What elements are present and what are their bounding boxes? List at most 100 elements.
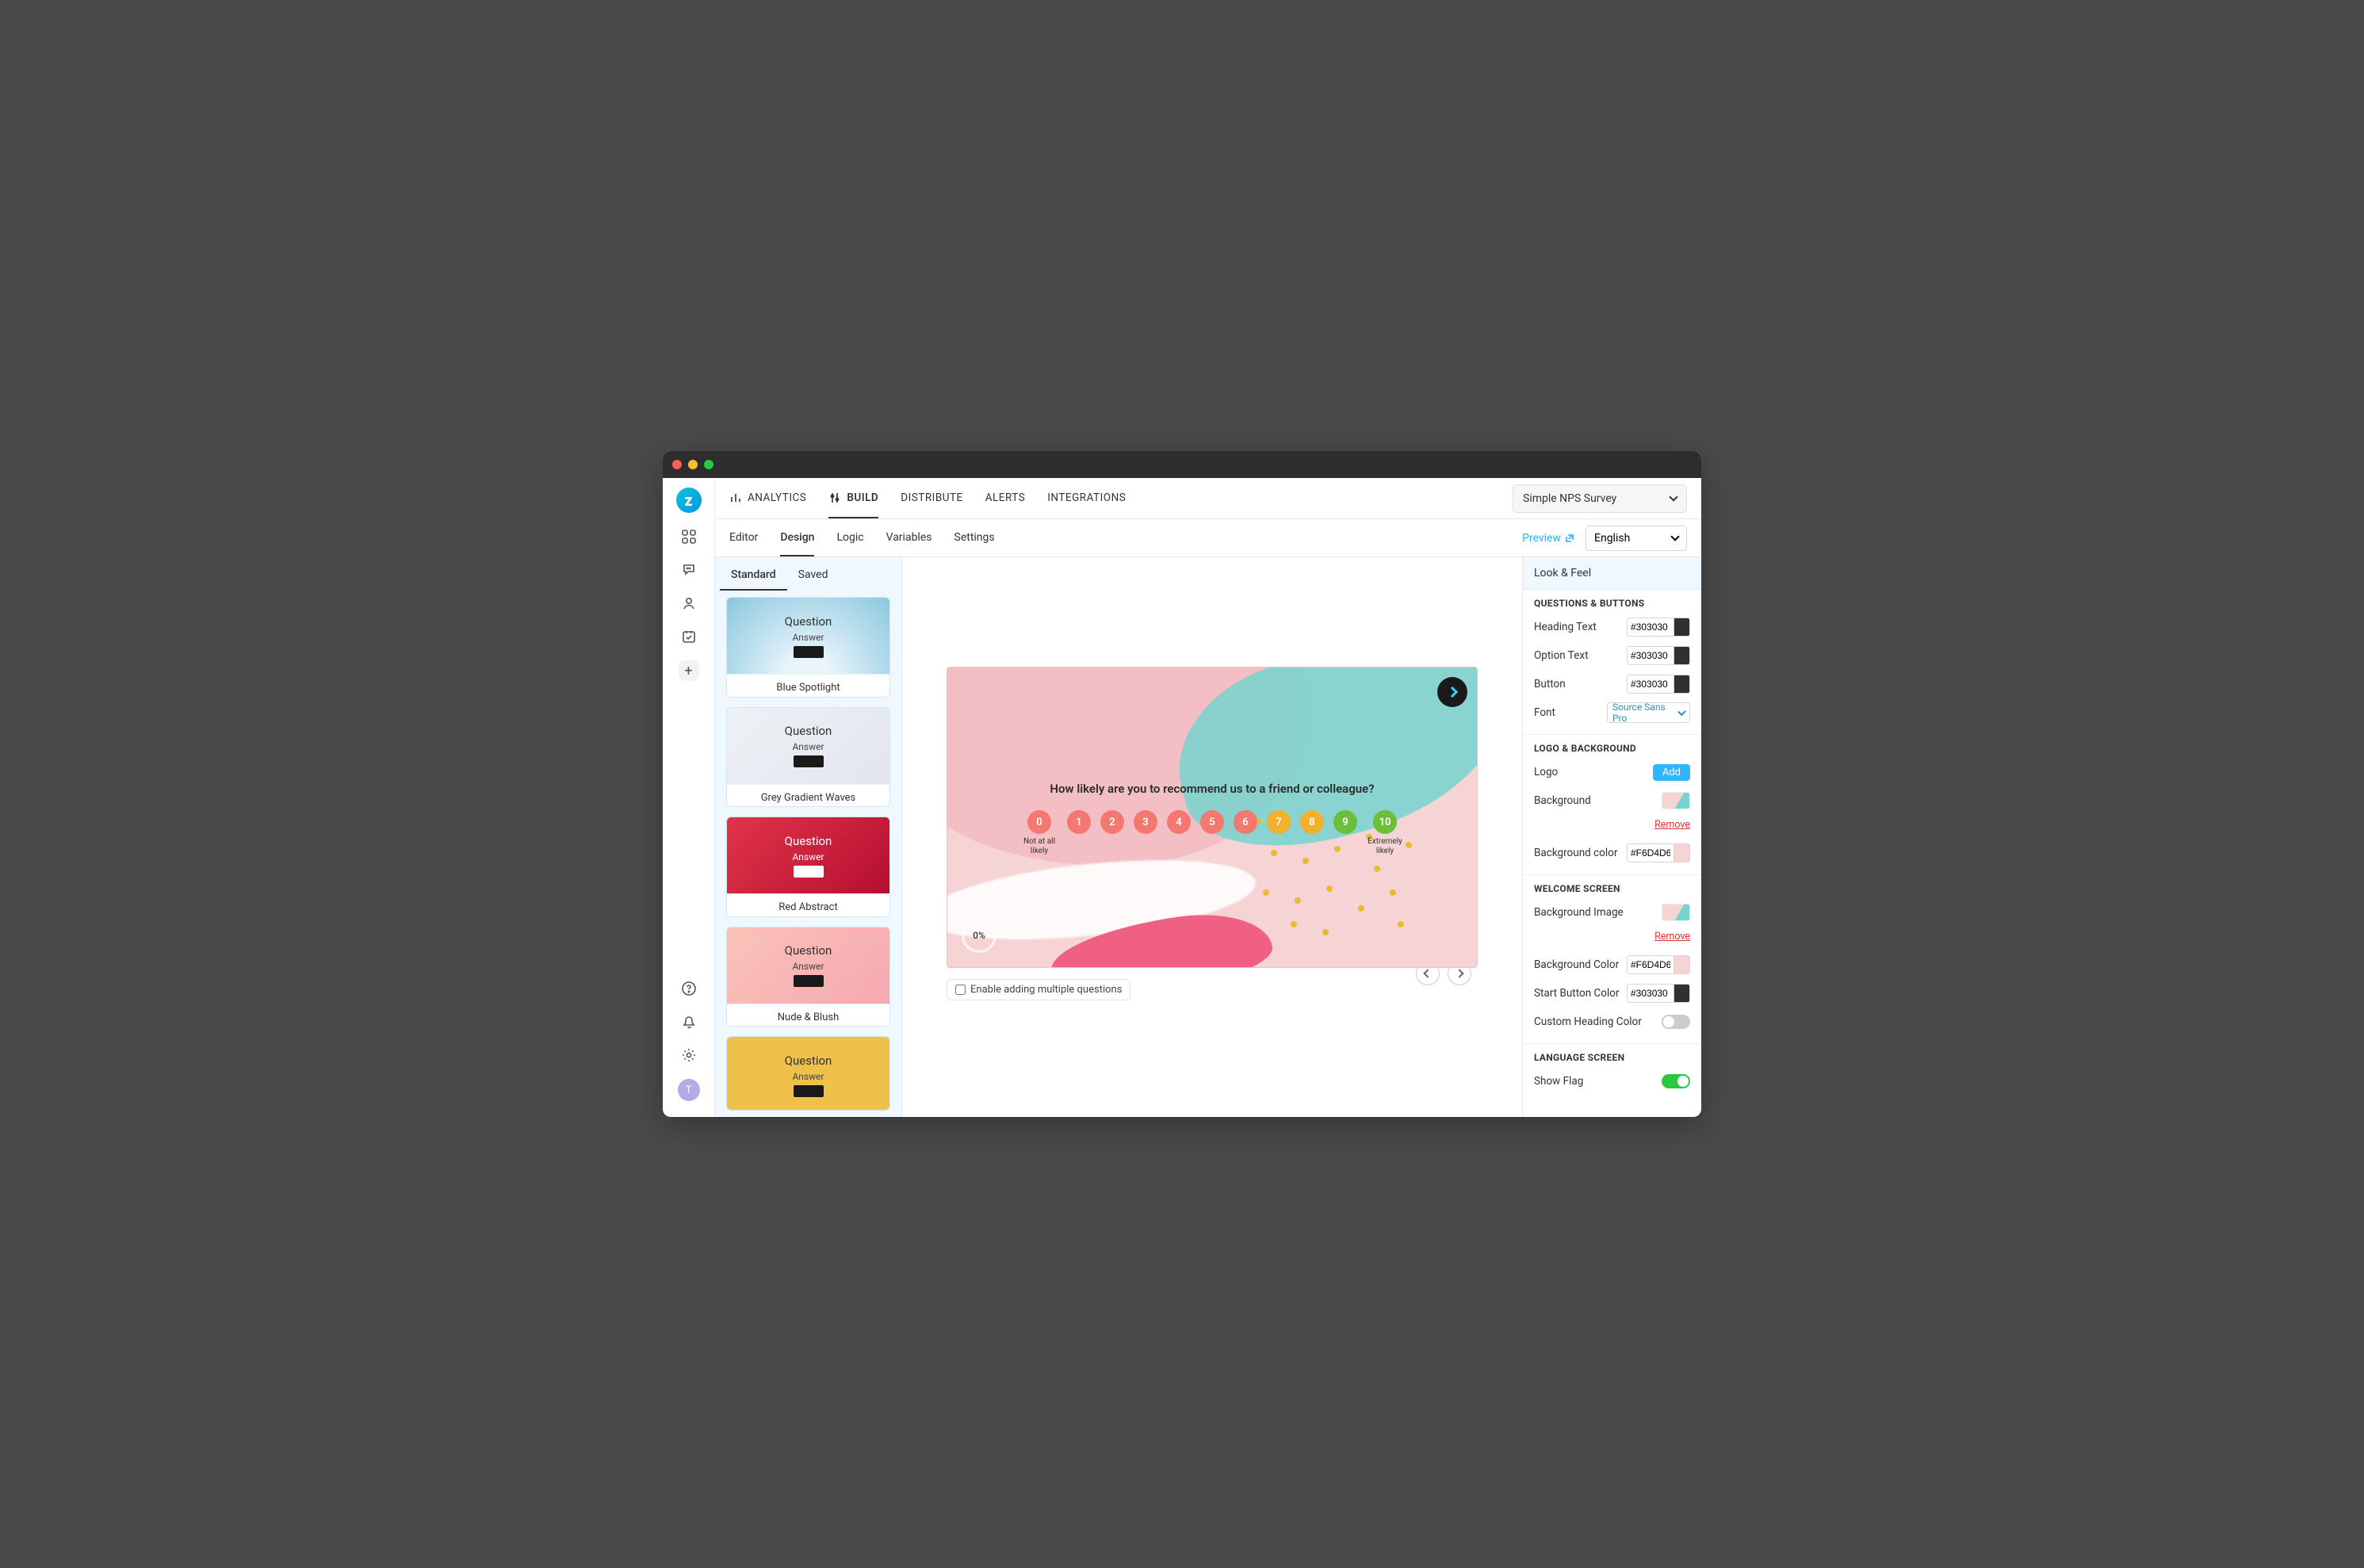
settings-icon[interactable]: [679, 1046, 698, 1065]
color-hex-input[interactable]: [1628, 847, 1674, 859]
nps-option-8[interactable]: 8: [1300, 810, 1324, 834]
section-questions-buttons: QUESTIONS & BUTTONS Heading Text Option …: [1523, 590, 1701, 735]
field-label: Option Text: [1534, 649, 1588, 662]
subnav-editor[interactable]: Editor: [729, 519, 758, 556]
remove-bg-link[interactable]: Remove: [1654, 819, 1690, 831]
brand-logo-icon[interactable]: z: [676, 488, 702, 513]
subnav-variables[interactable]: Variables: [886, 519, 932, 556]
tab-saved[interactable]: Saved: [787, 557, 840, 591]
font-selector[interactable]: Source Sans Pro: [1607, 702, 1690, 723]
color-hex-input[interactable]: [1628, 959, 1674, 970]
chevron-down-icon: [1677, 707, 1686, 716]
add-button[interactable]: +: [679, 660, 699, 681]
language-selector[interactable]: English: [1586, 526, 1687, 551]
workspace: Standard Saved Question Answer Blue Spot…: [715, 557, 1701, 1117]
color-swatch[interactable]: [1674, 647, 1689, 664]
content-area: ANALYTICS BUILD DISTRIBUTE ALERTS INTEGR…: [715, 478, 1701, 1117]
section-welcome-screen: WELCOME SCREEN Background Image Remove B…: [1523, 875, 1701, 1044]
enable-multiple-checkbox[interactable]: Enable adding multiple questions: [947, 979, 1130, 1000]
subnav-settings[interactable]: Settings: [954, 519, 995, 556]
nps-option-6[interactable]: 6: [1234, 810, 1257, 834]
language-value: English: [1594, 532, 1630, 545]
heading-color-input[interactable]: [1627, 618, 1690, 637]
nps-option-2[interactable]: 2: [1100, 810, 1124, 834]
template-card[interactable]: Question Answer Blue Spotlight: [726, 597, 890, 698]
field-label: Logo: [1534, 766, 1558, 778]
template-card[interactable]: Question Answer Red Abstract: [726, 817, 890, 917]
field-label: Background color: [1534, 847, 1617, 859]
add-logo-button[interactable]: Add: [1653, 764, 1690, 781]
conversations-icon[interactable]: [679, 560, 698, 579]
show-flag-toggle[interactable]: [1662, 1074, 1690, 1088]
notifications-icon[interactable]: [679, 1012, 698, 1031]
subnav-design[interactable]: Design: [780, 519, 814, 556]
help-icon[interactable]: [679, 979, 698, 998]
color-hex-input[interactable]: [1628, 621, 1674, 633]
button-color-input[interactable]: [1627, 675, 1690, 694]
custom-heading-toggle[interactable]: [1662, 1015, 1690, 1029]
nps-option-9[interactable]: 9: [1333, 810, 1357, 834]
nav-alerts[interactable]: ALERTS: [985, 478, 1026, 518]
template-list[interactable]: Question Answer Blue Spotlight Question …: [715, 591, 901, 1117]
field-label: Background: [1534, 794, 1591, 807]
welcome-bgcolor-input[interactable]: [1627, 955, 1690, 974]
main-layout: z +: [663, 478, 1701, 1117]
next-button[interactable]: [1437, 677, 1467, 707]
startbtn-color-input[interactable]: [1627, 984, 1690, 1003]
color-swatch[interactable]: [1674, 956, 1689, 973]
enable-multiple-label: Enable adding multiple questions: [970, 984, 1122, 996]
field-label: Font: [1534, 706, 1555, 719]
color-swatch[interactable]: [1674, 985, 1689, 1002]
nav-integrations[interactable]: INTEGRATIONS: [1047, 478, 1126, 518]
nav-label: BUILD: [847, 491, 878, 504]
dashboard-icon[interactable]: [679, 527, 698, 546]
nav-distribute[interactable]: DISTRIBUTE: [901, 478, 963, 518]
tasks-icon[interactable]: [679, 627, 698, 646]
preview-link[interactable]: Preview: [1522, 532, 1574, 545]
option-color-input[interactable]: [1627, 646, 1690, 665]
nps-option-1[interactable]: 1: [1067, 810, 1091, 834]
user-avatar[interactable]: T: [678, 1079, 700, 1101]
template-card[interactable]: Question Answer: [726, 1036, 890, 1111]
color-swatch[interactable]: [1674, 618, 1689, 636]
section-title: WELCOME SCREEN: [1534, 883, 1690, 894]
top-nav: ANALYTICS BUILD DISTRIBUTE ALERTS INTEGR…: [715, 478, 1701, 519]
nav-build[interactable]: BUILD: [828, 478, 878, 518]
template-q: Question: [785, 943, 832, 958]
nps-option-5[interactable]: 5: [1200, 810, 1224, 834]
color-swatch[interactable]: [1674, 675, 1689, 693]
window-close-icon[interactable]: [672, 460, 682, 469]
tab-standard[interactable]: Standard: [720, 557, 787, 591]
nps-option-0[interactable]: 0: [1027, 810, 1051, 834]
template-preview: Question Answer: [727, 598, 889, 674]
bg-thumbnail: [1662, 904, 1690, 921]
window-zoom-icon[interactable]: [704, 460, 713, 469]
window-minimize-icon[interactable]: [688, 460, 698, 469]
nps-option-7[interactable]: 7: [1267, 810, 1291, 834]
chevron-left-icon: [1423, 969, 1432, 977]
field-label: Custom Heading Color: [1534, 1015, 1642, 1028]
enable-multiple-input[interactable]: [955, 985, 966, 995]
template-button-preview: [794, 866, 824, 878]
template-card[interactable]: Question Answer Nude & Blush: [726, 927, 890, 1027]
color-hex-input[interactable]: [1628, 650, 1674, 661]
subnav-logic[interactable]: Logic: [836, 519, 863, 556]
nps-option-3[interactable]: 3: [1134, 810, 1157, 834]
nav-label: INTEGRATIONS: [1047, 491, 1126, 504]
contacts-icon[interactable]: [679, 594, 698, 613]
section-title: QUESTIONS & BUTTONS: [1534, 598, 1690, 609]
nps-option-10[interactable]: 10: [1373, 810, 1397, 834]
color-hex-input[interactable]: [1628, 679, 1674, 690]
nav-analytics[interactable]: ANALYTICS: [729, 478, 806, 518]
bgcolor-input[interactable]: [1627, 843, 1690, 862]
survey-selector[interactable]: Simple NPS Survey: [1513, 484, 1687, 513]
chevron-right-icon: [1447, 686, 1458, 698]
remove-welcome-bg-link[interactable]: Remove: [1654, 931, 1690, 943]
nps-option-4[interactable]: 4: [1167, 810, 1191, 834]
sub-nav: Editor Design Logic Variables Settings P…: [715, 519, 1701, 557]
color-swatch[interactable]: [1674, 844, 1689, 862]
template-button-preview: [794, 646, 824, 658]
template-card[interactable]: Question Answer Grey Gradient Waves: [726, 707, 890, 808]
color-hex-input[interactable]: [1628, 988, 1674, 999]
field-label: Background Image: [1534, 906, 1624, 919]
